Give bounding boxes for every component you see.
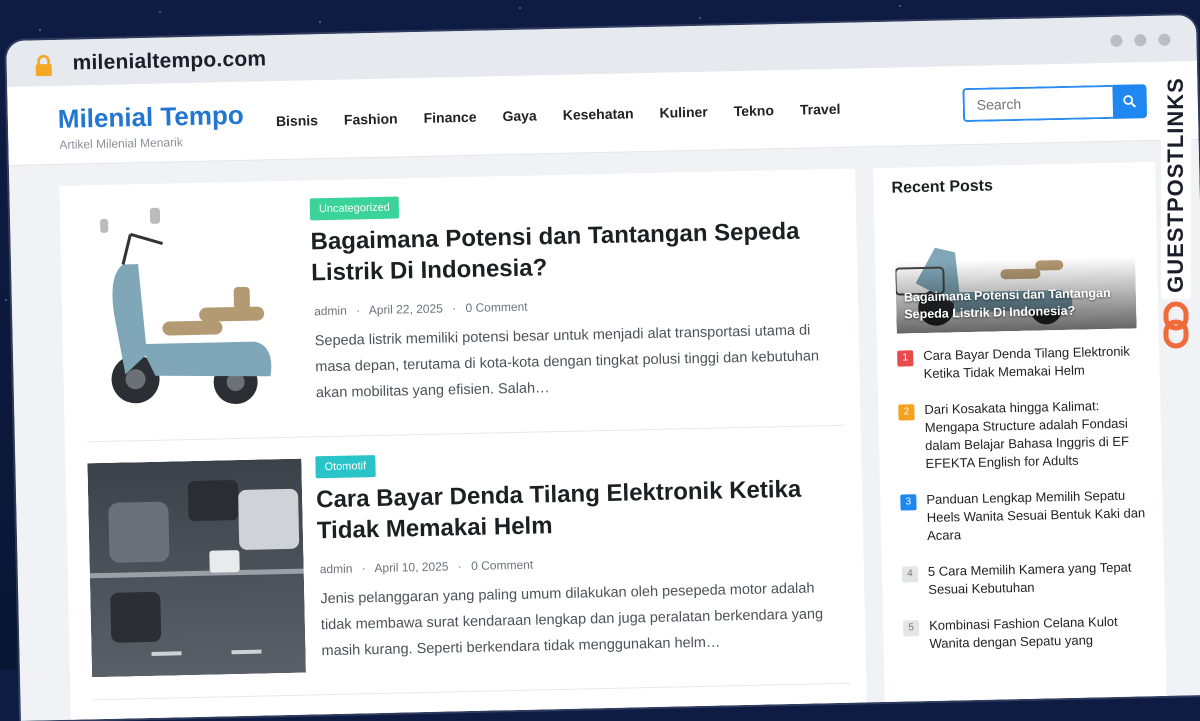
watermark: GUESTPOSTLINKS — [1156, 55, 1196, 355]
menu-item-fashion[interactable]: Fashion — [344, 110, 398, 127]
recent-post-item[interactable]: 4 5 Cara Memilih Kamera yang Tepat Sesua… — [902, 558, 1153, 599]
rank-badge: 3 — [900, 494, 916, 510]
post-thumbnail[interactable] — [87, 459, 306, 678]
sidebar: Recent Posts — [873, 162, 1167, 721]
browser-window: milenialtempo.com Milenial Tempo Artikel… — [6, 15, 1200, 721]
category-badge[interactable]: Uncategorized — [310, 196, 399, 220]
recent-post-title[interactable]: Dari Kosakata hingga Kalimat: Mengapa St… — [924, 396, 1150, 473]
site-tagline: Artikel Milenial Menarik — [59, 135, 183, 152]
link-icon — [1161, 300, 1191, 350]
meta-separator: · — [452, 301, 456, 315]
meta-separator: · — [356, 303, 360, 317]
post-card: Uncategorized Bagaimana Potensi dan Tant… — [81, 175, 844, 429]
post-date[interactable]: April 22, 2025 — [369, 302, 443, 318]
post-meta: admin · April 22, 2025 · 0 Comment — [314, 300, 534, 319]
recent-post-title[interactable]: 5 Cara Memilih Kamera yang Tepat Sesuai … — [928, 558, 1153, 599]
lock-icon — [32, 54, 54, 76]
recent-post-item[interactable]: 1 Cara Bayar Denda Tilang Elektronik Ket… — [897, 342, 1148, 383]
window-dot[interactable] — [1110, 35, 1122, 47]
website: Milenial Tempo Artikel Milenial Menarik … — [7, 61, 1200, 721]
post-comments[interactable]: 0 Comment — [465, 300, 527, 315]
address-url[interactable]: milenialtempo.com — [72, 47, 266, 75]
post-comments[interactable]: 0 Comment — [471, 558, 533, 573]
post-author[interactable]: admin — [314, 304, 347, 319]
search-input[interactable] — [962, 85, 1113, 122]
rank-badge: 2 — [898, 404, 914, 420]
post-title[interactable]: Bagaimana Potensi dan Tantangan Sepeda L… — [310, 215, 821, 288]
post-thumbnail[interactable] — [82, 201, 301, 420]
post-meta: admin · April 10, 2025 · 0 Comment — [320, 557, 540, 576]
search-box — [962, 84, 1147, 124]
meta-separator: · — [362, 561, 366, 575]
search-button[interactable] — [1112, 84, 1147, 119]
site-logo[interactable]: Milenial Tempo — [58, 100, 245, 135]
menu-item-bisnis[interactable]: Bisnis — [276, 112, 318, 129]
rank-badge: 1 — [897, 350, 913, 366]
menu-item-gaya[interactable]: Gaya — [502, 107, 537, 124]
menu-item-kuliner[interactable]: Kuliner — [659, 104, 708, 121]
post-date[interactable]: April 10, 2025 — [374, 559, 448, 575]
scooter-image — [82, 201, 301, 420]
recent-post-title[interactable]: Panduan Lengkap Memilih Sepatu Heels Wan… — [926, 486, 1151, 545]
traffic-image — [87, 459, 306, 678]
post-excerpt: Jenis pelanggaran yang paling umum dilak… — [320, 575, 842, 664]
rank-badge: 4 — [902, 566, 918, 582]
post-list: Uncategorized Bagaimana Potensi dan Tant… — [59, 168, 867, 720]
recent-post-item[interactable]: 2 Dari Kosakata hingga Kalimat: Mengapa … — [898, 396, 1150, 473]
watermark-text: GUESTPOSTLINKS — [1161, 71, 1191, 299]
rank-badge: 5 — [903, 620, 919, 636]
recent-posts-heading: Recent Posts — [891, 177, 993, 197]
menu-item-travel[interactable]: Travel — [800, 101, 841, 118]
menu-item-kesehatan[interactable]: Kesehatan — [563, 105, 634, 123]
recent-post-item[interactable]: 3 Panduan Lengkap Memilih Sepatu Heels W… — [900, 486, 1151, 545]
menu-item-finance[interactable]: Finance — [423, 109, 476, 126]
window-controls — [1110, 34, 1170, 47]
meta-separator: · — [458, 559, 462, 573]
post-divider — [93, 683, 851, 701]
featured-post[interactable]: Bagaimana Potensi dan Tantangan Sepeda L… — [894, 208, 1137, 333]
recent-post-item[interactable]: 5 Kombinasi Fashion Celana Kulot Wanita … — [903, 612, 1154, 653]
post-card: Otomotif Cara Bayar Denda Tilang Elektro… — [87, 433, 850, 687]
recent-post-title[interactable]: Cara Bayar Denda Tilang Elektronik Ketik… — [923, 342, 1148, 383]
recent-posts-list: 1 Cara Bayar Denda Tilang Elektronik Ket… — [897, 342, 1154, 671]
menu-item-tekno[interactable]: Tekno — [734, 102, 775, 119]
main-menu: Bisnis Fashion Finance Gaya Kesehatan Ku… — [276, 101, 841, 129]
window-dot[interactable] — [1158, 34, 1170, 46]
search-icon — [1123, 94, 1137, 108]
post-title[interactable]: Cara Bayar Denda Tilang Elektronik Ketik… — [316, 473, 827, 546]
recent-post-title[interactable]: Kombinasi Fashion Celana Kulot Wanita de… — [929, 612, 1154, 653]
category-badge[interactable]: Otomotif — [315, 455, 375, 478]
post-excerpt: Sepeda listrik memiliki potensi besar un… — [314, 317, 836, 406]
post-author[interactable]: admin — [320, 562, 353, 577]
featured-caption[interactable]: Bagaimana Potensi dan Tantangan Sepeda L… — [904, 285, 1131, 324]
window-dot[interactable] — [1134, 34, 1146, 46]
